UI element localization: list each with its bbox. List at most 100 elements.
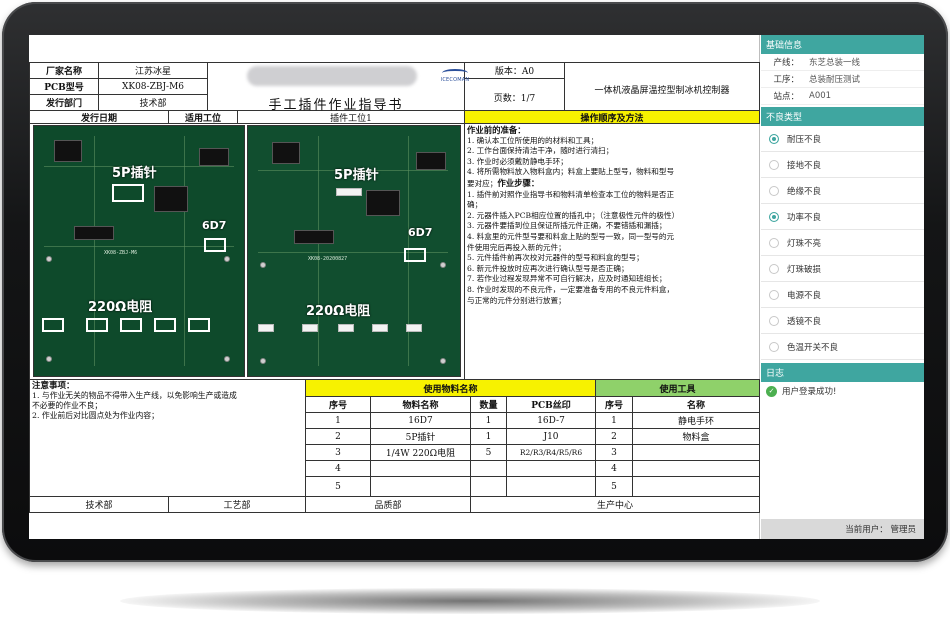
signature-tech: 技术部 [29, 496, 169, 513]
signature-quality: 品质部 [305, 496, 471, 513]
prep-heading: 作业前的准备： [467, 125, 526, 135]
logo-arc-icon [442, 69, 468, 77]
defect-type-header: 不良类型 [761, 107, 924, 126]
product-name: 一体机液晶屏温控型制冰机控制器 [564, 62, 760, 116]
version-label: 版本：A0 [464, 62, 565, 79]
prep-line: 4. 将所需物料放入物料盒内；料盒上要贴上型号，物料和型号 [467, 167, 675, 177]
defect-label: 耐压不良 [787, 134, 822, 145]
radio-icon[interactable] [769, 237, 779, 248]
mat-header: PCB丝印 [506, 396, 596, 413]
tool-header: 名称 [632, 396, 760, 413]
step-line: 确； [467, 200, 483, 210]
defect-label: 接地不良 [787, 160, 822, 171]
radio-icon[interactable] [769, 341, 779, 352]
process-value: 总装耐压测试 [809, 75, 861, 85]
radio-selected-icon[interactable] [769, 211, 779, 222]
info-process: 工序： 总装耐压测试 [761, 71, 924, 88]
defect-label: 功率不良 [787, 212, 822, 223]
defect-option-lens[interactable]: 透镜不良 [761, 308, 924, 334]
defect-label: 灯珠不亮 [787, 238, 822, 249]
radio-icon[interactable] [769, 185, 779, 196]
highlight-5p [112, 184, 144, 202]
work-instruction-document: 厂家名称 江苏冰星 版本：A0 一体机液晶屏温控型制冰机控制器 PCB型号 XK… [29, 35, 760, 539]
process-label: 工序： [773, 75, 799, 85]
tool-cell: 1 [595, 412, 633, 429]
factory-label: 厂家名称 [29, 62, 99, 79]
check-circle-icon: ✓ [766, 385, 777, 397]
radio-icon[interactable] [769, 159, 779, 170]
note-line: 不必要的作业不良； [32, 401, 103, 410]
mat-cell: 1 [470, 412, 507, 429]
dept-label: 发行部门 [29, 94, 99, 111]
mat-cell: 16D7 [370, 412, 471, 429]
mat-cell [470, 476, 507, 497]
step-line: 7. 若作业过程发现异常不可自行解决，应及时通知班组长； [467, 274, 667, 284]
notes-block: 注意事项： 1. 与作业无关的物品不得带入生产线，以免影响生产或造成 不必要的作… [32, 381, 305, 493]
step-line: 6. 新元件投放时应再次进行确认型号是否正确； [467, 263, 629, 273]
mat-cell: R2/R3/R4/R5/R6 [506, 444, 596, 461]
step-line: 件使用完后再投入新的元件； [467, 242, 566, 252]
defect-label: 绝缘不良 [787, 186, 822, 197]
doc-title: 手工插件作业指导书 [268, 97, 404, 112]
defect-option-led-off[interactable]: 灯珠不亮 [761, 230, 924, 256]
tool-cell: 3 [595, 444, 633, 461]
log-header: 日志 [761, 363, 924, 382]
label-6d7-after: 6D7 [408, 226, 433, 239]
defect-option-insulation[interactable]: 绝缘不良 [761, 178, 924, 204]
side-panel: 基础信息 产线： 东芝总装一线 工序： 总装耐压测试 站点： A001 不良类型… [761, 35, 924, 539]
instructions-block: 作业前的准备： 1. 确认本工位所使用的的材料和工具； 2. 工作台面保持清洁干… [464, 123, 760, 379]
defect-option-ground[interactable]: 接地不良 [761, 152, 924, 178]
factory-value: 江苏冰星 [98, 62, 208, 79]
mat-cell: J10 [506, 428, 596, 445]
defect-option-power-supply[interactable]: 电源不良 [761, 282, 924, 308]
defect-option-led-broken[interactable]: 灯珠破损 [761, 256, 924, 282]
step-line: 1. 插件前对照作业指导书和物料清单检查本工位的物料是否正 [467, 189, 675, 199]
radio-icon[interactable] [769, 263, 779, 274]
tool-cell [632, 460, 760, 477]
tool-cell: 4 [595, 460, 633, 477]
pcb-value: XK08-ZBJ-M6 [98, 78, 208, 95]
prep-line: 3. 作业时必须戴防静电手环； [467, 156, 568, 166]
mat-cell: 5P插针 [370, 428, 471, 445]
mat-cell [370, 460, 471, 477]
pcb-label: PCB型号 [29, 78, 99, 95]
step-line: 3. 元器件要插到位且保证所插元件正确，不要错插和漏插； [467, 221, 667, 231]
radio-icon[interactable] [769, 289, 779, 300]
step-line: 4. 料盒里的元件型号要和料盒上贴的型号一致，同一型号的元 [467, 231, 675, 241]
prep-line: 2. 工作台面保持清洁干净，随时进行清扫； [467, 146, 614, 156]
mat-cell: 5 [305, 476, 371, 497]
method-title: 操作顺序及方法 [464, 110, 760, 124]
label-res-before: 220Ω电阻 [88, 300, 153, 315]
defect-label: 灯珠破损 [787, 264, 822, 275]
highlight-6d7 [204, 238, 226, 252]
mat-header: 数量 [470, 396, 507, 413]
logo-text: ICECOMAN [440, 77, 470, 83]
defect-option-color-temp[interactable]: 色温开关不良 [761, 334, 924, 360]
prep-line: 要对应； [467, 178, 498, 188]
radio-icon[interactable] [769, 315, 779, 326]
silk-after: XK08-20200827 [308, 256, 348, 262]
mat-header: 物料名称 [370, 396, 471, 413]
radio-selected-icon[interactable] [769, 133, 779, 144]
mat-cell [470, 460, 507, 477]
step-line: 2. 元器件插入PCB相应位置的插孔中；（注意极性元件的极性） [467, 210, 680, 220]
label-5p-after: 5P插针 [334, 168, 379, 183]
step-line: 与正常的元件分别进行放置； [467, 295, 566, 305]
stage: 厂家名称 江苏冰星 版本：A0 一体机液晶屏温控型制冰机控制器 PCB型号 XK… [0, 0, 950, 620]
defect-option-power[interactable]: 功率不良 [761, 204, 924, 230]
defect-option-withstand[interactable]: 耐压不良 [761, 126, 924, 152]
label-5p-before: 5P插针 [112, 166, 157, 181]
notes-heading: 注意事项： [32, 381, 75, 391]
mat-cell: 4 [305, 460, 371, 477]
note-line: 1. 与作业无关的物品不得带入生产线，以免影响生产或造成 [32, 391, 237, 400]
line-value: 东芝总装一线 [809, 58, 861, 68]
line-label: 产线： [773, 58, 799, 68]
date-label: 发行日期 [29, 110, 169, 124]
defect-label: 色温开关不良 [787, 342, 839, 353]
mat-cell [506, 460, 596, 477]
tablet-bezel: 厂家名称 江苏冰星 版本：A0 一体机液晶屏温控型制冰机控制器 PCB型号 XK… [2, 2, 948, 562]
tool-cell: 5 [595, 476, 633, 497]
log-entry: ✓ 用户登录成功! [761, 382, 924, 400]
station-value: 插件工位1 [237, 110, 465, 124]
tools-title: 使用工具 [595, 379, 760, 397]
